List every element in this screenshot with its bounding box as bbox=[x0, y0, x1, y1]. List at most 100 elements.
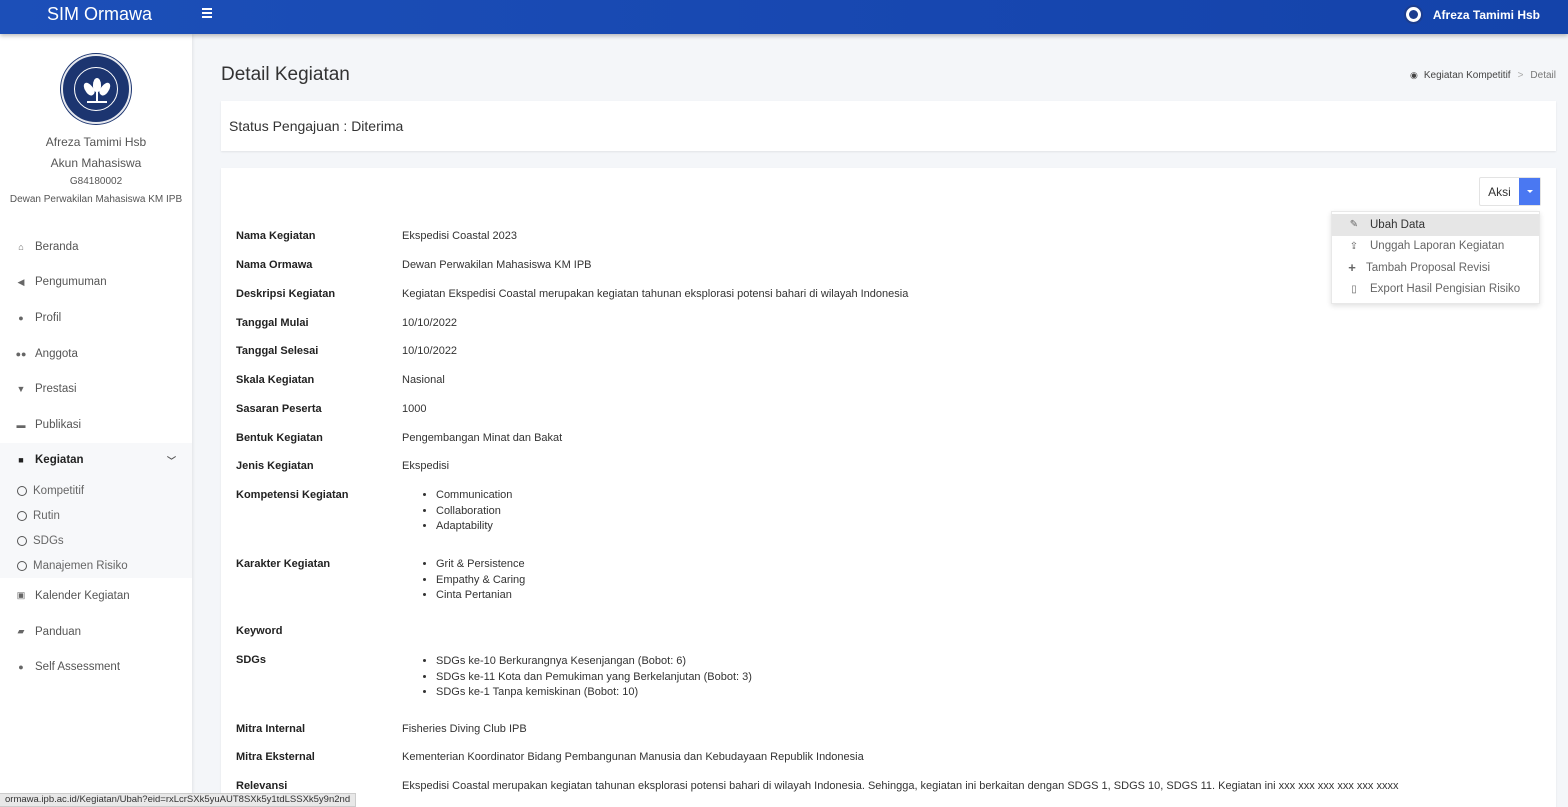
sidebar-subitem-kompetitif[interactable]: Kompetitif bbox=[0, 478, 192, 503]
upload-icon: ⇪ bbox=[1349, 240, 1359, 252]
list-item: SDGs ke-1 Tanpa kemiskinan (Bobot: 10) bbox=[436, 685, 1502, 701]
sidebar-item-kalender[interactable]: ▣ Kalender Kegiatan bbox=[0, 578, 192, 614]
sidebar-item-beranda[interactable]: ⌂ Beranda bbox=[0, 229, 192, 265]
sidebar: Afreza Tamimi Hsb Akun Mahasiswa G841800… bbox=[0, 34, 192, 807]
sidebar-item-anggota[interactable]: ●● Anggota bbox=[0, 336, 192, 372]
list-item: SDGs ke-11 Kota dan Pemukiman yang Berke… bbox=[436, 670, 1502, 686]
sidebar-item-self-assessment[interactable]: ● Self Assessment bbox=[0, 649, 192, 685]
field-value-list: Grit & Persistence Empathy & Caring Cint… bbox=[402, 557, 1502, 604]
field-value: 10/10/2022 bbox=[402, 317, 458, 329]
field-value: Pengembangan Minat dan Bakat bbox=[402, 432, 563, 444]
sidebar-item-prestasi[interactable]: ▼ Prestasi bbox=[0, 371, 192, 407]
user-menu[interactable]: Afreza Tamimi Hsb bbox=[1403, 5, 1540, 24]
megaphone-icon: ◀ bbox=[17, 276, 25, 287]
field-value: Fisheries Diving Club IPB bbox=[402, 723, 527, 735]
sidebar-item-label: Prestasi bbox=[35, 383, 77, 396]
field-label: Relevansi bbox=[236, 780, 288, 792]
field-value: 1000 bbox=[402, 403, 427, 415]
list-item: Collaboration bbox=[436, 504, 1502, 520]
list-item: Adaptability bbox=[436, 519, 1502, 535]
sidebar-item-label: Kalender Kegiatan bbox=[35, 589, 130, 602]
aksi-button[interactable]: Aksi bbox=[1480, 178, 1519, 205]
sidebar-item-label: Kegiatan bbox=[35, 454, 84, 467]
chevron-down-icon: ﹀ bbox=[166, 455, 176, 466]
top-user-name: Afreza Tamimi Hsb bbox=[1432, 7, 1540, 22]
sidebar-item-label: Pengumuman bbox=[35, 276, 107, 289]
menu-toggle-icon[interactable] bbox=[202, 6, 216, 20]
circle-icon bbox=[17, 485, 27, 496]
list-item: Grit & Persistence bbox=[436, 557, 1502, 573]
sidebar-submenu-kegiatan: Kompetitif Rutin SDGs Manajemen Risiko bbox=[0, 478, 192, 579]
user-icon: ● bbox=[18, 662, 24, 673]
sidebar-item-pengumuman[interactable]: ◀ Pengumuman bbox=[0, 265, 192, 301]
sidebar-subitem-manajemen-risiko[interactable]: Manajemen Risiko bbox=[0, 553, 192, 578]
sidebar-item-publikasi[interactable]: ▬ Publikasi bbox=[0, 407, 192, 443]
field-label: Skala Kegiatan bbox=[236, 374, 315, 386]
field-value: Ekspedisi Coastal 2023 bbox=[402, 230, 517, 242]
aksi-button-group: Aksi bbox=[1479, 177, 1541, 206]
sidebar-subitem-rutin[interactable]: Rutin bbox=[0, 503, 192, 528]
field-value: Kegiatan Ekspedisi Coastal merupakan keg… bbox=[402, 288, 909, 300]
edit-icon: ✎ bbox=[1349, 219, 1359, 231]
sidebar-item-label: Anggota bbox=[35, 347, 78, 360]
field-value: 10/10/2022 bbox=[402, 345, 458, 357]
sidebar-subitem-label: Kompetitif bbox=[33, 484, 85, 497]
browser-status-bar: ormawa.ipb.ac.id/Kegiatan/Ubah?eid=rxLcr… bbox=[0, 793, 357, 807]
page-title: Detail Kegiatan bbox=[221, 64, 350, 85]
profile-nim: G84180002 bbox=[69, 176, 123, 187]
field-value: Nasional bbox=[402, 374, 445, 386]
trophy-icon: ▼ bbox=[16, 384, 26, 395]
breadcrumb-parent[interactable]: Kegiatan Kompetitif bbox=[1424, 70, 1511, 81]
field-label: Sasaran Peserta bbox=[236, 403, 322, 415]
profile-org: Dewan Perwakilan Mahasiswa KM IPB bbox=[9, 194, 183, 205]
field-value-list: Communication Collaboration Adaptability bbox=[402, 488, 1502, 535]
field-label: Deskripsi Kegiatan bbox=[236, 288, 336, 300]
aksi-dropdown-toggle[interactable] bbox=[1519, 178, 1540, 205]
field-value: Ekspedisi Coastal merupakan kegiatan tah… bbox=[402, 780, 1399, 792]
user-icon: ● bbox=[18, 312, 24, 323]
list-item: Communication bbox=[436, 488, 1502, 504]
detail-card: Aksi ✎ Ubah Data ⇪ Unggah Laporan Kegiat… bbox=[221, 168, 1556, 807]
breadcrumb-separator: > bbox=[1517, 70, 1524, 81]
status-card: Status Pengajuan : Diterima bbox=[221, 101, 1556, 151]
field-label: Mitra Eksternal bbox=[236, 751, 315, 763]
field-label: Mitra Internal bbox=[236, 723, 306, 735]
status-text: Status Pengajuan : Diterima bbox=[229, 118, 404, 134]
folder-icon: ■ bbox=[18, 455, 24, 466]
breadcrumb-current: Detail bbox=[1530, 70, 1556, 81]
home-icon: ⌂ bbox=[18, 241, 24, 252]
menu-item-label: Ubah Data bbox=[1370, 218, 1425, 231]
sidebar-item-profil[interactable]: ● Profil bbox=[0, 300, 192, 336]
circle-icon bbox=[17, 535, 27, 546]
menu-item-label: Unggah Laporan Kegiatan bbox=[1370, 240, 1505, 253]
sidebar-item-panduan[interactable]: ▰ Panduan bbox=[0, 614, 192, 650]
comments-icon: ▬ bbox=[16, 419, 26, 430]
top-navbar: SIM Ormawa Afreza Tamimi Hsb bbox=[0, 0, 1568, 34]
field-value-list: SDGs ke-10 Berkurangnya Kesenjangan (Bob… bbox=[402, 654, 1502, 701]
breadcrumb: ◉ Kegiatan Kompetitif > Detail bbox=[1410, 70, 1556, 81]
caret-down-icon bbox=[1526, 190, 1533, 193]
field-label: Karakter Kegiatan bbox=[236, 558, 331, 570]
sidebar-subitem-label: Rutin bbox=[33, 509, 60, 522]
list-item: Empathy & Caring bbox=[436, 573, 1502, 589]
field-label: Keyword bbox=[236, 625, 283, 637]
sidebar-nav: ⌂ Beranda ◀ Pengumuman ● Profil ●● Anggo… bbox=[0, 229, 192, 685]
sidebar-item-kegiatan[interactable]: ■ Kegiatan ﹀ bbox=[0, 442, 192, 479]
ipb-logo bbox=[61, 54, 131, 124]
sidebar-subitem-label: SDGs bbox=[33, 534, 64, 547]
dashboard-icon: ◉ bbox=[1410, 70, 1418, 80]
sidebar-subitem-sdgs[interactable]: SDGs bbox=[0, 528, 192, 553]
field-value: Ekspedisi bbox=[402, 460, 450, 472]
profile-name: Afreza Tamimi Hsb bbox=[45, 135, 147, 149]
sidebar-item-label: Panduan bbox=[35, 625, 82, 638]
field-label: Tanggal Mulai bbox=[236, 317, 309, 329]
calendar-icon: ▣ bbox=[16, 590, 26, 601]
sidebar-item-label: Self Assessment bbox=[35, 661, 121, 674]
field-value: Kementerian Koordinator Bidang Pembangun… bbox=[402, 751, 864, 763]
book-icon: ▰ bbox=[17, 626, 25, 637]
field-label: Bentuk Kegiatan bbox=[236, 432, 323, 444]
field-label: Kompetensi Kegiatan bbox=[236, 489, 349, 501]
sidebar-item-label: Beranda bbox=[35, 240, 79, 253]
field-label: SDGs bbox=[236, 654, 266, 666]
brand-title[interactable]: SIM Ormawa bbox=[47, 4, 152, 25]
